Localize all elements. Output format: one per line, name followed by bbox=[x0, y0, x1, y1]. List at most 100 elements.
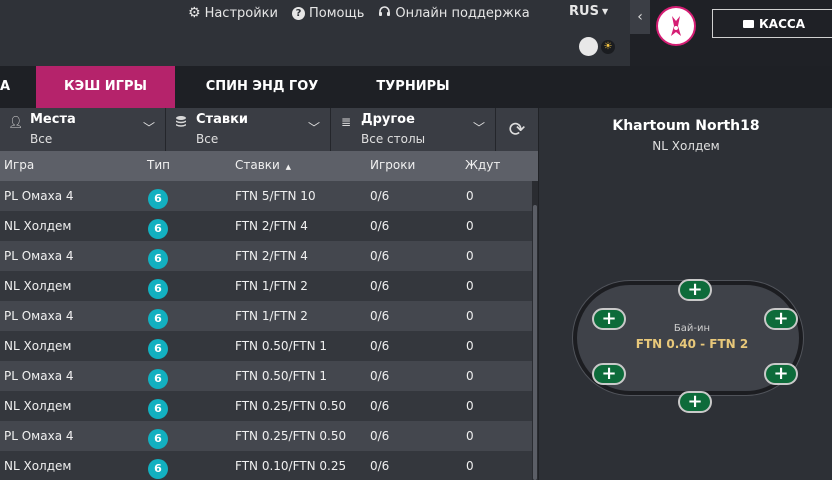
language-label: RUS bbox=[569, 4, 599, 19]
cell-waiting: 0 bbox=[466, 459, 474, 473]
tab-spin-and-go[interactable]: СПИН ЭНД ГОУ bbox=[192, 66, 332, 108]
cell-game: PL Омаха 4 bbox=[4, 429, 74, 443]
other-filter[interactable]: ≣ Другое Все столы ﹀ bbox=[331, 108, 496, 151]
seat-top[interactable]: + bbox=[678, 279, 712, 301]
table-size-badge: 6 bbox=[148, 339, 168, 359]
cell-waiting: 0 bbox=[466, 219, 474, 233]
list-icon: ≣ bbox=[340, 115, 352, 129]
gear-icon: ⚙ bbox=[188, 5, 201, 21]
card-icon bbox=[743, 19, 754, 28]
seat-bottom[interactable]: + bbox=[678, 391, 712, 413]
cell-game: NL Холдем bbox=[4, 399, 72, 413]
help-link[interactable]: ? Помощь bbox=[291, 4, 365, 22]
table-size-badge: 6 bbox=[148, 399, 168, 419]
cell-waiting: 0 bbox=[466, 399, 474, 413]
cell-game: NL Холдем bbox=[4, 339, 72, 353]
cell-stakes: FTN 2/FTN 4 bbox=[235, 219, 308, 233]
cell-stakes: FTN 0.50/FTN 1 bbox=[235, 339, 328, 353]
other-filter-value: Все столы bbox=[361, 132, 426, 146]
avatar-logo-icon bbox=[671, 16, 681, 36]
table-row[interactable]: NL Холдем FTN 0.25/FTN 0.50 0/6 0 6 bbox=[0, 391, 532, 421]
seat-bottom-right[interactable]: + bbox=[764, 363, 798, 385]
table-size-badge: 6 bbox=[148, 189, 168, 209]
buyin-value: FTN 0.40 - FTN 2 bbox=[635, 337, 749, 351]
cell-stakes: FTN 0.50/FTN 1 bbox=[235, 369, 328, 383]
column-waiting[interactable]: Ждут bbox=[465, 158, 500, 172]
column-stakes[interactable]: Ставки ▲ bbox=[235, 158, 291, 172]
chevron-down-icon: ﹀ bbox=[142, 121, 155, 135]
table-scrollbar-thumb[interactable] bbox=[533, 205, 537, 480]
table-row[interactable]: NL Холдем FTN 2/FTN 4 0/6 0 6 bbox=[0, 211, 532, 241]
seats-filter-value: Все bbox=[30, 132, 53, 146]
tab-tournaments[interactable]: ТУРНИРЫ bbox=[358, 66, 468, 108]
column-type[interactable]: Тип bbox=[147, 158, 170, 172]
table-row[interactable]: PL Омаха 4 FTN 2/FTN 4 0/6 0 6 bbox=[0, 241, 532, 271]
table-size-badge: 6 bbox=[148, 459, 168, 479]
chevron-down-icon: ﹀ bbox=[472, 121, 485, 135]
chevron-down-icon: ﹀ bbox=[307, 121, 320, 135]
table-size-badge: 6 bbox=[148, 219, 168, 239]
cell-players: 0/6 bbox=[370, 279, 390, 293]
cashier-button[interactable]: КАССА bbox=[712, 9, 832, 38]
preview-table-name: Khartoum North18 bbox=[612, 118, 760, 134]
stakes-filter-title: Ставки bbox=[196, 112, 249, 127]
table-row[interactable]: PL Омаха 4 FTN 0.50/FTN 1 0/6 0 6 bbox=[0, 361, 532, 391]
top-bar: ⚙ Настройки ? Помощь Онлайн поддержка RU… bbox=[0, 0, 630, 66]
table-row[interactable]: PL Омаха 4 FTN 1/FTN 2 0/6 0 6 bbox=[0, 301, 532, 331]
cell-players: 0/6 bbox=[370, 189, 390, 203]
collapse-button[interactable]: ‹ bbox=[630, 0, 650, 34]
stakes-filter[interactable]: Ставки Все ﹀ bbox=[166, 108, 331, 151]
table-header: Игра Тип Ставки ▲ Игроки Ждут bbox=[0, 151, 538, 181]
table-preview-panel: Khartoum North18 NL Холдем Бай-ин FTN 0.… bbox=[538, 108, 832, 480]
help-label: Помощь bbox=[308, 5, 365, 21]
cell-game: NL Холдем bbox=[4, 279, 72, 293]
seats-filter-title: Места bbox=[30, 112, 76, 127]
cell-stakes: FTN 0.10/FTN 0.25 bbox=[235, 459, 347, 473]
sun-icon: ☀ bbox=[601, 39, 615, 54]
cell-players: 0/6 bbox=[370, 399, 390, 413]
cell-players: 0/6 bbox=[370, 369, 390, 383]
support-link[interactable]: Онлайн поддержка bbox=[378, 4, 530, 22]
seat-bottom-left[interactable]: + bbox=[592, 363, 626, 385]
tab-cash-games[interactable]: КЭШ ИГРЫ bbox=[36, 66, 175, 108]
preview-game-type: NL Холдем bbox=[652, 139, 720, 153]
table-row[interactable]: PL Омаха 4 FTN 0.25/FTN 0.50 0/6 0 6 bbox=[0, 421, 532, 451]
language-selector[interactable]: RUS ▼ bbox=[569, 4, 608, 19]
chevron-left-icon: ‹ bbox=[637, 9, 643, 25]
cell-players: 0/6 bbox=[370, 429, 390, 443]
table-row[interactable]: NL Холдем FTN 0.50/FTN 1 0/6 0 6 bbox=[0, 331, 532, 361]
table-size-badge: 6 bbox=[148, 369, 168, 389]
refresh-button[interactable]: ⟳ bbox=[496, 108, 538, 151]
other-filter-title: Другое bbox=[361, 112, 415, 127]
cell-game: NL Холдем bbox=[4, 219, 72, 233]
cell-stakes: FTN 5/FTN 10 bbox=[235, 189, 316, 203]
table-row[interactable]: PL Омаха 4 FTN 5/FTN 10 0/6 0 6 bbox=[0, 181, 532, 211]
cell-game: NL Холдем bbox=[4, 459, 72, 473]
table-row[interactable]: NL Холдем FTN 0.10/FTN 0.25 0/6 0 6 bbox=[0, 451, 532, 480]
cell-waiting: 0 bbox=[466, 369, 474, 383]
cell-players: 0/6 bbox=[370, 339, 390, 353]
table-row[interactable]: NL Холдем FTN 1/FTN 2 0/6 0 6 bbox=[0, 271, 532, 301]
seat-top-left[interactable]: + bbox=[592, 308, 626, 330]
seat-top-right[interactable]: + bbox=[764, 308, 798, 330]
table-size-badge: 6 bbox=[148, 429, 168, 449]
column-stakes-label: Ставки bbox=[235, 158, 280, 172]
tab-first[interactable]: А bbox=[0, 66, 14, 108]
top-links: ⚙ Настройки ? Помощь Онлайн поддержка bbox=[188, 4, 530, 22]
coins-icon bbox=[174, 115, 188, 129]
stakes-filter-value: Все bbox=[196, 132, 219, 146]
support-label: Онлайн поддержка bbox=[395, 5, 530, 21]
seats-filter[interactable]: 👤︎ Места Все ﹀ bbox=[0, 108, 166, 151]
column-game[interactable]: Игра bbox=[4, 158, 34, 172]
column-players[interactable]: Игроки bbox=[370, 158, 415, 172]
user-icon: 👤︎ bbox=[8, 115, 24, 129]
cell-waiting: 0 bbox=[466, 309, 474, 323]
avatar[interactable] bbox=[656, 6, 696, 46]
cell-stakes: FTN 0.25/FTN 0.50 bbox=[235, 429, 347, 443]
main-tabs: А КЭШ ИГРЫ СПИН ЭНД ГОУ ТУРНИРЫ bbox=[0, 66, 832, 108]
table-size-badge: 6 bbox=[148, 279, 168, 299]
cell-waiting: 0 bbox=[466, 279, 474, 293]
cell-game: PL Омаха 4 bbox=[4, 249, 74, 263]
settings-link[interactable]: ⚙ Настройки bbox=[188, 4, 278, 22]
theme-toggle[interactable]: ☀ bbox=[579, 37, 615, 56]
